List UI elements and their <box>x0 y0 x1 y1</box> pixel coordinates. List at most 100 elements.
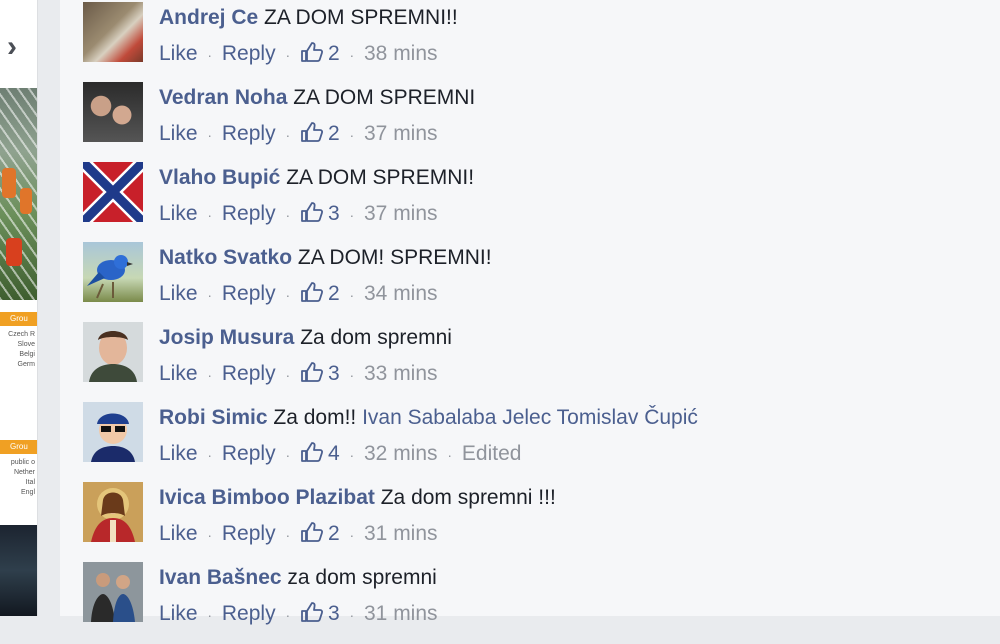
like-link[interactable]: Like <box>159 442 198 465</box>
like-count[interactable]: 3 <box>328 602 340 625</box>
comment-text: Za dom!! <box>273 406 357 429</box>
like-count[interactable]: 2 <box>328 522 340 545</box>
tagged-people-link[interactable]: Ivan Sabalaba Jelec Tomislav Čupić <box>362 406 698 429</box>
group-item: Slove <box>17 341 35 348</box>
avatar[interactable] <box>83 242 143 302</box>
group-list: public o Nether Ital Engl <box>0 458 37 498</box>
comment-text: ZA DOM SPREMNI <box>293 86 476 109</box>
separator: · <box>207 287 213 303</box>
thumbs-up-icon[interactable] <box>300 121 324 143</box>
avatar[interactable] <box>83 482 143 542</box>
separator: · <box>285 47 291 63</box>
comment-actions: Like · Reply · 3 · 37 mins <box>159 201 438 227</box>
group-item: Nether <box>13 469 35 476</box>
like-link[interactable]: Like <box>159 42 198 65</box>
author-link[interactable]: Natko Svatko <box>159 246 292 269</box>
player-shape <box>2 168 16 198</box>
author-link[interactable]: Andrej Ce <box>159 6 258 29</box>
thumbs-up-icon[interactable] <box>300 201 324 223</box>
comment-actions: Like · Reply · 3 · 31 mins <box>159 601 438 627</box>
comment: Andrej Ce ZA DOM SPREMNI!! Like · Reply … <box>60 2 1000 84</box>
avatar[interactable] <box>83 322 143 382</box>
separator: · <box>207 447 213 463</box>
thumbs-up-icon[interactable] <box>300 281 324 303</box>
like-count[interactable]: 4 <box>328 442 340 465</box>
reply-link[interactable]: Reply <box>222 122 276 145</box>
author-link[interactable]: Josip Musura <box>159 326 294 349</box>
author-link[interactable]: Ivan Bašnec <box>159 566 282 589</box>
avatar[interactable] <box>83 402 143 462</box>
timestamp[interactable]: 34 mins <box>364 282 438 305</box>
timestamp[interactable]: 32 mins <box>364 442 438 465</box>
chevron-right-icon[interactable]: › <box>0 30 24 64</box>
thumbs-up-icon[interactable] <box>300 361 324 383</box>
player-shape <box>6 238 22 266</box>
group-header: Grou <box>0 440 37 454</box>
bird-photo <box>87 255 133 299</box>
reply-link[interactable]: Reply <box>222 42 276 65</box>
thumbs-up-icon[interactable] <box>300 521 324 543</box>
reply-link[interactable]: Reply <box>222 442 276 465</box>
comment: Robi Simic Za dom!! Ivan Sabalaba Jelec … <box>60 402 1000 484</box>
thumbs-up-icon[interactable] <box>300 601 324 623</box>
separator: · <box>285 287 291 303</box>
like-count[interactable]: 3 <box>328 362 340 385</box>
author-link[interactable]: Robi Simic <box>159 406 268 429</box>
reply-link[interactable]: Reply <box>222 282 276 305</box>
avatar[interactable] <box>83 562 143 622</box>
separator: · <box>207 607 213 623</box>
avatar[interactable] <box>83 162 143 222</box>
separator: · <box>349 447 355 463</box>
group-item: Engl <box>20 489 35 496</box>
comment-text: Za dom spremni !!! <box>380 486 556 509</box>
like-count[interactable]: 3 <box>328 202 340 225</box>
like-link[interactable]: Like <box>159 602 198 625</box>
comment: Natko Svatko ZA DOM! SPREMNI! Like · Rep… <box>60 242 1000 324</box>
separator: · <box>349 287 355 303</box>
comment: Ivica Bimboo Plazibat Za dom spremni !!!… <box>60 482 1000 564</box>
timestamp[interactable]: 37 mins <box>364 122 438 145</box>
reply-link[interactable]: Reply <box>222 522 276 545</box>
edited-label[interactable]: Edited <box>462 442 522 465</box>
like-link[interactable]: Like <box>159 282 198 305</box>
like-link[interactable]: Like <box>159 202 198 225</box>
comment-text: ZA DOM SPREMNI! <box>286 166 475 189</box>
like-link[interactable]: Like <box>159 522 198 545</box>
separator: · <box>207 207 213 223</box>
like-link[interactable]: Like <box>159 122 198 145</box>
separator: · <box>207 47 213 63</box>
separator: · <box>285 607 291 623</box>
group-item: Germ <box>17 361 36 368</box>
timestamp[interactable]: 33 mins <box>364 362 438 385</box>
timestamp[interactable]: 37 mins <box>364 202 438 225</box>
stadium-photo[interactable] <box>0 525 37 616</box>
author-link[interactable]: Vedran Noha <box>159 86 287 109</box>
reply-link[interactable]: Reply <box>222 202 276 225</box>
group-item: Ital <box>25 479 35 486</box>
timestamp[interactable]: 31 mins <box>364 522 438 545</box>
author-link[interactable]: Ivica Bimboo Plazibat <box>159 486 375 509</box>
avatar[interactable] <box>83 2 143 62</box>
like-count[interactable]: 2 <box>328 282 340 305</box>
religious-art-photo <box>83 482 143 542</box>
timestamp[interactable]: 31 mins <box>364 602 438 625</box>
thumbs-up-icon[interactable] <box>300 41 324 63</box>
reply-link[interactable]: Reply <box>222 602 276 625</box>
separator: · <box>285 447 291 463</box>
timestamp[interactable]: 38 mins <box>364 42 438 65</box>
comment-body: Vlaho Bupić ZA DOM SPREMNI! <box>159 166 474 190</box>
football-photo[interactable] <box>0 88 37 300</box>
separator: · <box>285 207 291 223</box>
comment-body: Ivan Bašnec za dom spremni <box>159 566 437 590</box>
author-link[interactable]: Vlaho Bupić <box>159 166 280 189</box>
reply-link[interactable]: Reply <box>222 362 276 385</box>
comment-body: Robi Simic Za dom!! Ivan Sabalaba Jelec … <box>159 406 698 430</box>
group-header: Grou <box>0 312 37 326</box>
like-count[interactable]: 2 <box>328 42 340 65</box>
like-link[interactable]: Like <box>159 362 198 385</box>
separator: · <box>349 367 355 383</box>
like-count[interactable]: 2 <box>328 122 340 145</box>
thumbs-up-icon[interactable] <box>300 441 324 463</box>
avatar[interactable] <box>83 82 143 142</box>
group-item: public o <box>10 459 35 466</box>
